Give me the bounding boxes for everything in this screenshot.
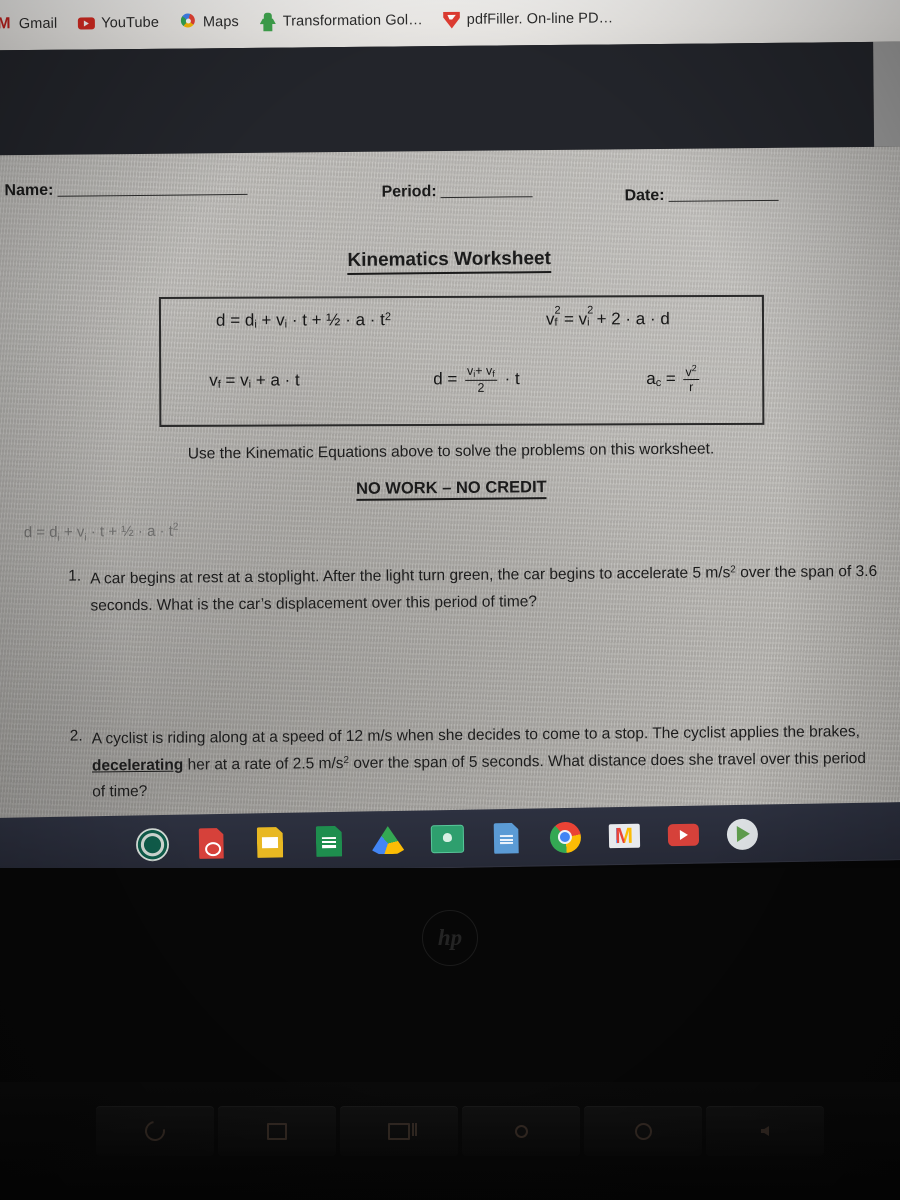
worksheet-title: Kinematics Worksheet [0,245,900,276]
date-blank-line [668,198,779,202]
period-label: Period: [381,183,437,201]
bookmark-pdffiller[interactable]: pdfFiller. On-line PD… [443,9,614,29]
problem-number: 2. [69,727,83,745]
google-drive-icon [372,826,404,855]
name-blank-line [57,192,248,197]
shelf-item-classroom[interactable] [430,822,464,856]
instruction-text: Use the Kinematic Equations above to sol… [187,440,715,463]
shelf-item-sheets[interactable] [312,824,346,858]
shelf-item-gmail[interactable] [607,819,641,853]
problem-text: A cyclist is riding along at a speed of … [92,719,871,806]
shelf-item-youtube[interactable] [666,818,700,852]
fullscreen-key[interactable] [218,1106,336,1156]
pdf-app-icon [198,827,224,858]
name-field[interactable]: Name: [4,181,248,200]
bookmark-label: Maps [202,14,239,31]
laptop-bezel: hp [0,868,900,1200]
gmail-icon [608,824,639,849]
youtube-icon [77,14,95,32]
window-overview-icon [388,1122,414,1140]
bookmark-gmail[interactable]: M Gmail [0,15,57,34]
bookmark-label: pdfFiller. On-line PD… [466,10,614,28]
dark-viewer-band [0,41,875,156]
refresh-icon [141,1117,169,1145]
chrome-icon [549,821,581,853]
equation-displacement: d = di + vi · t + ½ · a · t2 [215,310,391,331]
brand-mark: hp [422,910,478,966]
google-docs-icon [493,822,519,853]
google-sheets-icon [316,825,343,856]
equation-centripetal-acceleration: ac = v2 r [646,363,702,395]
period-blank-line [440,195,533,199]
problem-text-part: A cyclist is riding along at a speed of … [91,723,860,748]
student-info-row: Name: Period: Date: [0,169,900,212]
shelf-item-play-store[interactable] [725,817,759,851]
bookmark-transformation-golf[interactable]: Transformation Gol… [259,11,423,31]
faint-repeated-equation: d = di + vi · t + ½ · a · t2 [23,521,179,544]
laptop-keyboard [0,1082,900,1200]
bookmark-youtube[interactable]: YouTube [77,14,159,33]
page-title: Kinematics Worksheet [347,248,552,275]
green-person-icon [259,13,277,31]
youtube-icon [667,823,699,847]
gmail-icon: M [0,15,11,33]
equation-average-velocity-distance: d = vi+ vf 2 · t [433,363,520,395]
play-store-icon [726,818,758,850]
problem-2: 2. A cyclist is riding along at a speed … [70,719,871,807]
shelf-item-school-logo[interactable] [135,827,169,861]
problem-emphasis: decelerating [91,756,184,775]
mute-icon [761,1126,769,1136]
problem-text-part: A car begins at rest at a stoplight. Aft… [90,564,731,588]
equation-velocity-squared: v2f = v2i + 2 · a · d [545,304,670,329]
equation-reference-box: d = di + vi · t + ½ · a · t2 v2f = v2i +… [158,294,765,427]
viewer-right-edge [873,41,900,147]
laptop-display: M Gmail YouTube Maps Transformation Gol…… [0,0,900,878]
problem-text-part: her at a rate of 2.5 m/s [183,754,344,774]
brightness-up-icon [634,1122,652,1140]
problem-text: A car begins at rest at a stoplight. Aft… [90,559,890,620]
no-work-no-credit-notice: NO WORK – NO CREDIT [0,475,900,503]
window-overview-key[interactable] [340,1106,458,1156]
brightness-up-key[interactable] [584,1106,702,1156]
problem-1: 1. A car begins at rest at a stoplight. … [68,559,890,620]
refresh-key[interactable] [96,1106,214,1156]
fullscreen-icon [267,1122,287,1140]
bookmark-label: Gmail [18,15,58,33]
hp-logo: hp [0,910,900,966]
google-maps-icon [179,13,197,31]
worksheet-document: Name: Period: Date: Kinematics Worksheet [0,146,900,820]
emphasis-text: NO WORK – NO CREDIT [355,478,547,501]
google-classroom-icon [430,824,464,854]
pdffiller-icon [443,11,461,29]
period-field[interactable]: Period: [381,183,533,201]
photo-of-laptop-screen: M Gmail YouTube Maps Transformation Gol…… [0,0,900,1200]
problem-number: 1. [68,567,82,585]
bookmark-label: YouTube [101,14,160,32]
shelf-item-chrome[interactable] [548,820,582,854]
equation-final-velocity: vf = vi + a · t [209,370,300,391]
google-slides-icon [257,826,284,857]
shelf-item-docs[interactable] [489,821,523,855]
date-label: Date: [624,186,665,205]
shelf-item-drive[interactable] [371,823,405,857]
school-logo-icon [135,827,169,861]
brightness-down-icon [514,1124,528,1138]
bookmark-maps[interactable]: Maps [179,13,239,32]
brightness-down-key[interactable] [462,1106,580,1156]
shelf-item-pdf[interactable] [194,826,228,860]
name-label: Name: [4,181,54,200]
shelf-item-slides[interactable] [253,825,287,859]
bookmark-label: Transformation Gol… [282,12,423,30]
mute-key[interactable] [706,1106,824,1156]
date-field[interactable]: Date: [624,186,779,205]
